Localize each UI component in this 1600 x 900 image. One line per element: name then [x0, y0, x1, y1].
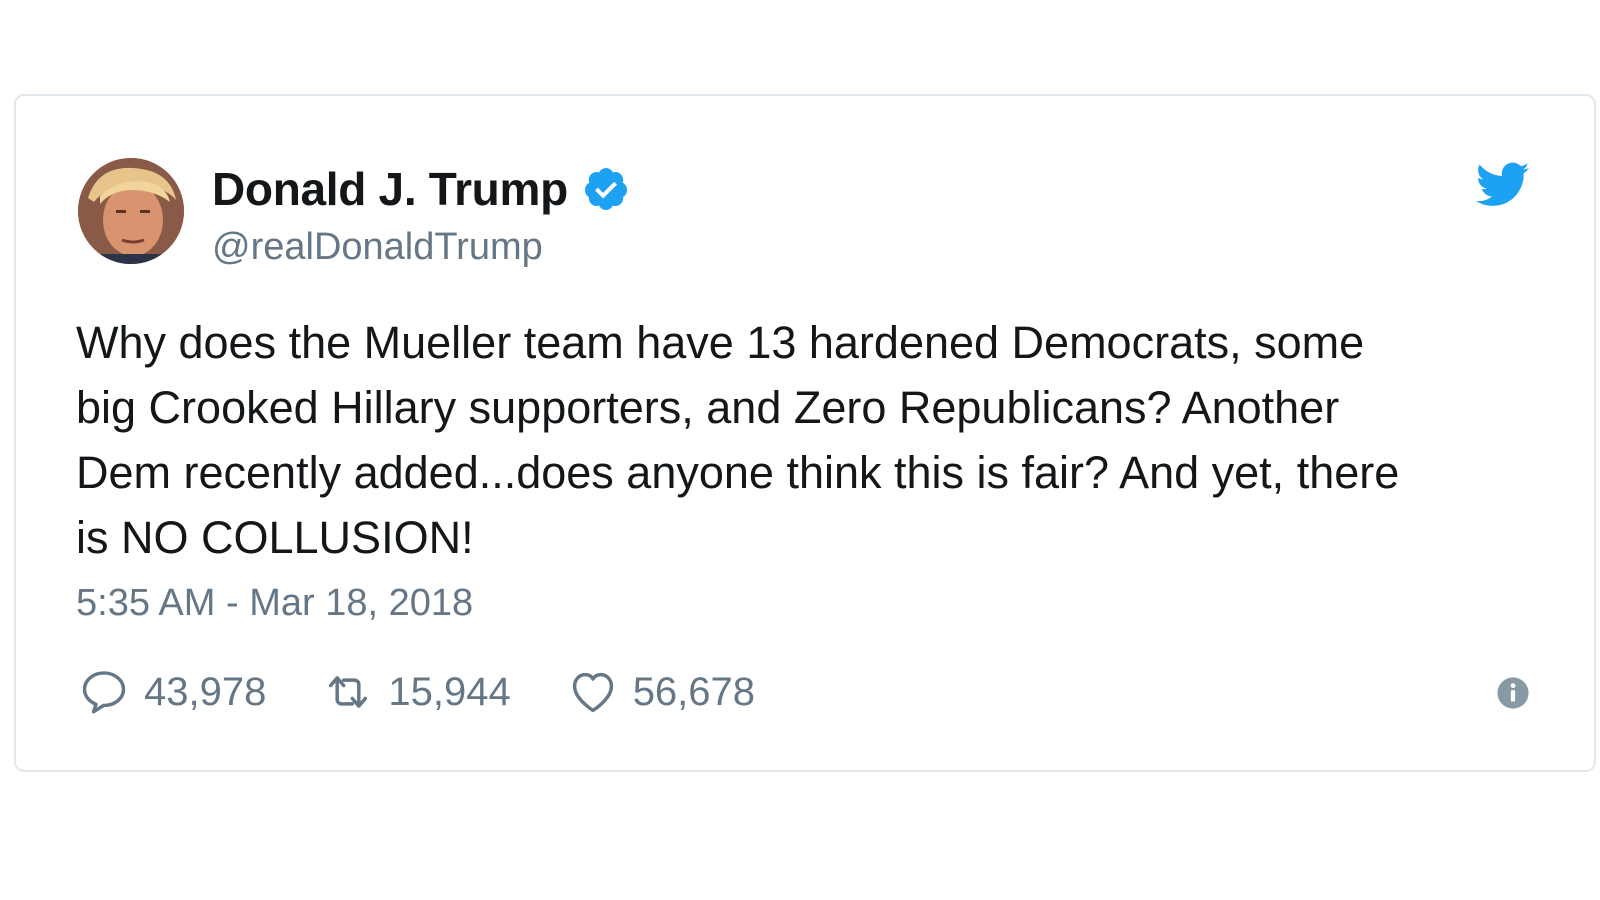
like-button[interactable]: 56,678: [567, 666, 755, 718]
retweet-icon: [329, 676, 368, 708]
retweet-button[interactable]: 15,944: [322, 666, 511, 718]
timestamp[interactable]: 5:35 AM - Mar 18, 2018: [76, 582, 473, 625]
reply-button[interactable]: 43,978: [78, 666, 266, 718]
author-name-row: Donald J. Trump: [212, 162, 630, 216]
display-name[interactable]: Donald J. Trump: [212, 162, 568, 216]
info-icon[interactable]: [1496, 676, 1530, 710]
handle[interactable]: @realDonaldTrump: [212, 226, 543, 269]
reply-count: 43,978: [144, 669, 267, 714]
action-bar: 43,978 15,944 56,678: [78, 666, 811, 718]
heart-icon: [572, 672, 613, 713]
reply-icon: [82, 671, 126, 714]
twitter-bird-icon[interactable]: [1476, 162, 1530, 208]
tweet-text: Why does the Mueller team have 13 harden…: [76, 317, 1400, 563]
like-count: 56,678: [632, 669, 756, 714]
retweet-count: 15,944: [388, 669, 511, 714]
avatar-image: [78, 158, 184, 264]
tweet-card: Donald J. Trump @realDonaldTrump Why doe…: [14, 94, 1596, 772]
verified-badge-icon: [584, 168, 627, 210]
avatar[interactable]: [78, 158, 184, 264]
